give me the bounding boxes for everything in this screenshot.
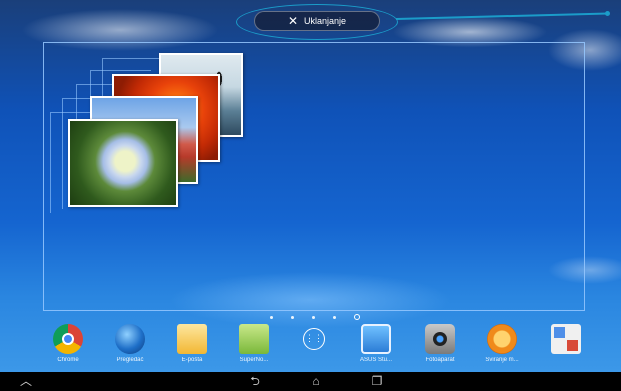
notifications-up-icon[interactable]: ︿ — [16, 374, 36, 389]
dock-app-label: Sviranje m... — [485, 357, 519, 363]
camera-icon — [425, 324, 455, 354]
remove-label: Uklanjanje — [304, 16, 347, 26]
google-folder-icon — [551, 324, 581, 354]
dock-app-email[interactable]: E-pošta — [164, 322, 220, 370]
page-dot-current — [354, 314, 360, 320]
navigation-bar: ︿ ⮌ ⌂ ❐ — [0, 372, 621, 391]
asus-studio-icon — [361, 324, 391, 354]
dock-app-camera[interactable]: Fotoaparat — [412, 322, 468, 370]
dock-app-asus-studio[interactable]: ASUS Stu... — [348, 322, 404, 370]
all-apps-icon: ⋮⋮ — [303, 328, 325, 350]
recent-apps-icon[interactable]: ❐ — [367, 374, 387, 389]
remove-drop-target[interactable]: ✕ Uklanjanje — [254, 11, 380, 31]
play-music-icon — [487, 324, 517, 354]
all-apps-button[interactable]: ⋮⋮ — [286, 322, 342, 370]
close-icon: ✕ — [287, 14, 299, 28]
page-dot — [270, 315, 273, 319]
dock-app-label: Fotoaparat — [425, 357, 455, 363]
dock-app-label: SuperNo... — [239, 357, 269, 363]
page-dot — [333, 315, 336, 319]
page-dot — [312, 315, 315, 319]
page-dot — [291, 315, 294, 319]
dock-app-label: Pregledač — [116, 357, 144, 363]
dock-app-label: Chrome — [57, 357, 79, 363]
dock-app-supernote[interactable]: SuperNo... — [226, 322, 282, 370]
dock: Chrome Pregledač E-pošta SuperNo... ⋮⋮ A… — [0, 322, 621, 372]
dock-app-label: E-pošta — [181, 357, 203, 363]
page-indicator — [270, 314, 370, 320]
photo-hydrangea — [68, 119, 178, 207]
home-icon[interactable]: ⌂ — [306, 374, 326, 389]
browser-icon — [115, 324, 145, 354]
dock-app-play-music[interactable]: Sviranje m... — [474, 322, 530, 370]
dock-app-label: ASUS Stu... — [359, 357, 392, 363]
dock-app-browser[interactable]: Pregledač — [102, 322, 158, 370]
email-icon — [177, 324, 207, 354]
chrome-icon — [53, 324, 83, 354]
back-icon[interactable]: ⮌ — [245, 374, 265, 389]
callout-dot — [605, 11, 610, 16]
gallery-widget[interactable] — [50, 52, 250, 213]
supernote-icon — [239, 324, 269, 354]
dock-app-chrome[interactable]: Chrome — [40, 322, 96, 370]
dock-folder-google[interactable] — [538, 322, 594, 370]
